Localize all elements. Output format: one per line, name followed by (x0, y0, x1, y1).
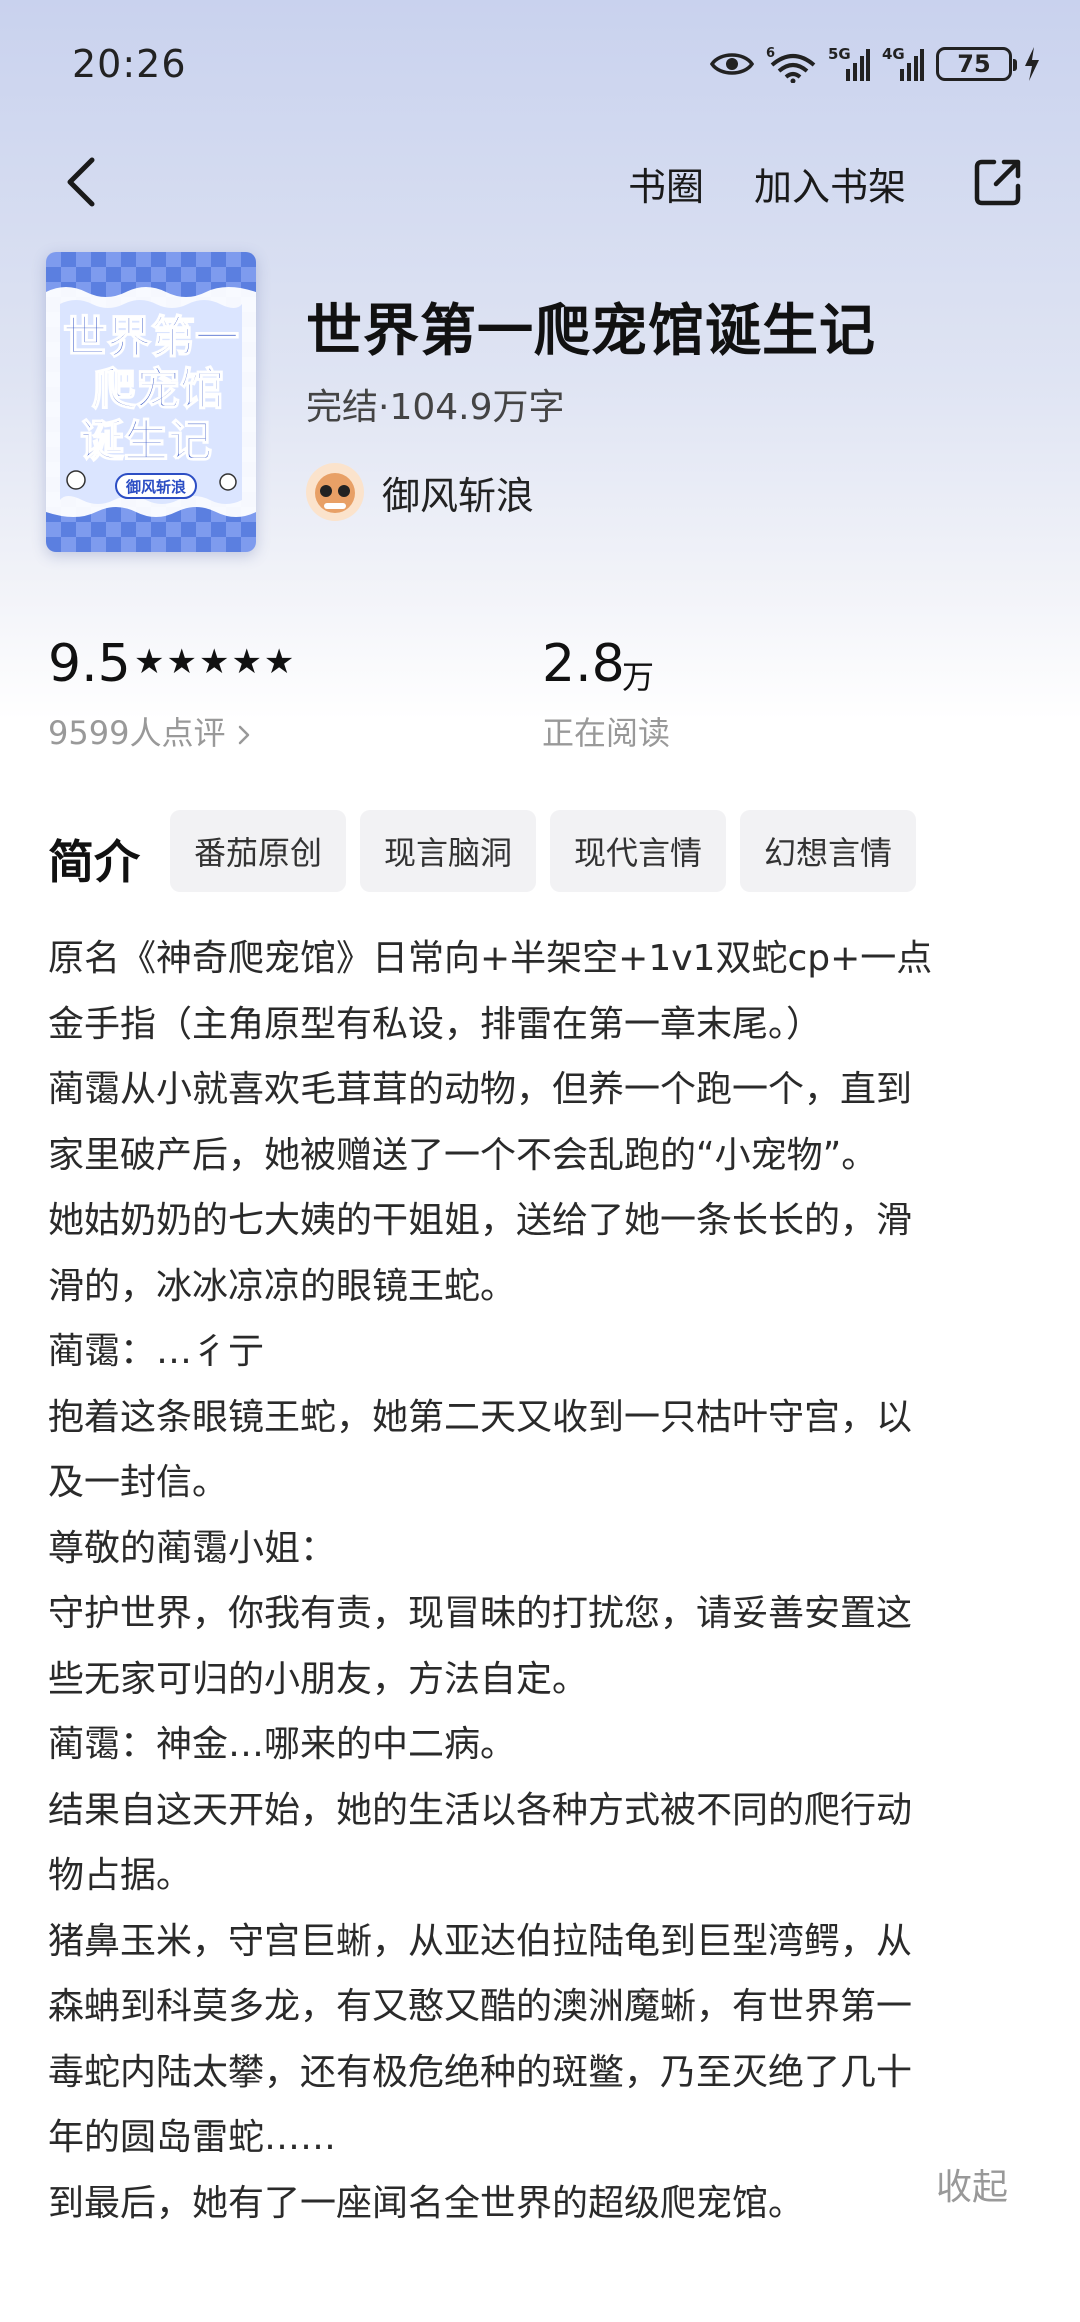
rating-stars-icon: ★★★★★ (134, 642, 297, 682)
wifi-icon: 6 (766, 46, 816, 83)
cover-title-line-3: 诞生记 (80, 416, 212, 467)
book-circle-link[interactable]: 书圈 (628, 156, 704, 211)
add-to-shelf-button[interactable]: 加入书架 (754, 156, 906, 211)
review-count-text: 9599人点评 (48, 714, 226, 752)
chevron-right-icon (238, 725, 249, 745)
description-line: 猪鼻玉米，守宫巨蜥，从亚达伯拉陆龟到巨型湾鳄，从 (48, 1920, 913, 1962)
book-description: 原名《神奇爬宠馆》日常向+半架空+1v1双蛇cp+一点 金手指（主角原型有私设，… (48, 926, 1038, 2236)
book-title: 世界第一爬宠馆诞生记 (306, 299, 876, 364)
signal-5g-icon: 5G (828, 45, 870, 81)
genre-tags: 番茄原创 现言脑洞 现代言情 幻想言情 (170, 810, 917, 892)
description-line: 物占据。 (48, 1855, 193, 1896)
description-line: 到最后，她有了一座闻名全世界的超级爬宠馆。 (48, 2182, 805, 2224)
genre-tag[interactable]: 现言脑洞 (360, 810, 537, 892)
eye-icon (710, 53, 754, 75)
genre-tag[interactable]: 现代言情 (550, 810, 727, 892)
charging-icon (1025, 47, 1039, 81)
description-line: 金手指（主角原型有私设，排雷在第一章末尾。） (48, 1003, 823, 1045)
cover-title-line-2: 爬宠馆 (92, 364, 224, 415)
intro-heading: 简介 (48, 835, 140, 889)
rating-score: 9.5 (48, 634, 131, 694)
cover-author: 御风斩浪 (125, 478, 186, 496)
readers-count: 2.8 (542, 634, 625, 694)
readers-unit: 万 (622, 658, 655, 696)
top-nav: 书圈 加入书架 (0, 130, 1080, 230)
share-icon[interactable] (972, 156, 1024, 208)
description-line: 抱着这条眼镜王蛇，她第二天又收到一只枯叶守宫，以 (48, 1396, 913, 1438)
status-time: 20:26 (72, 42, 187, 86)
description-line: 些无家可归的小朋友，方法自定。 (48, 1658, 589, 1700)
description-line: 蔺霭：…彳亍 (48, 1331, 265, 1372)
description-line: 滑的，冰冰凉凉的眼镜王蛇。 (48, 1265, 517, 1307)
description-line: 原名《神奇爬宠馆》日常向+半架空+1v1双蛇cp+一点 (48, 938, 933, 979)
cover-title-line-1: 世界第一 (63, 312, 239, 363)
description-line: 年的圆岛雷蛇…… (48, 2117, 337, 2158)
signal-4g-icon: 4G (882, 45, 924, 81)
description-line: 毒蛇内陆太攀，还有极危绝种的斑鳖，乃至灭绝了几十 (48, 2051, 913, 2093)
author-name: 御风斩浪 (382, 473, 535, 518)
review-count-link[interactable]: 9599人点评 (48, 708, 252, 754)
book-meta: 完结·104.9万字 (306, 387, 565, 428)
battery-indicator: 75 (936, 47, 1017, 81)
description-line: 及一封信。 (48, 1462, 229, 1503)
signal-4g-label: 4G (882, 45, 905, 63)
description-line: 她姑奶奶的七大姨的干姐姐，送给了她一条长长的，滑 (48, 1200, 913, 1241)
description-line: 森蚺到科莫多龙，有又憨又酷的澳洲魔蜥，有世界第一 (48, 1986, 913, 2027)
author-avatar (306, 463, 364, 521)
author-row[interactable]: 御风斩浪 (306, 462, 534, 522)
collapse-button[interactable]: 收起 (936, 2158, 1008, 2210)
description-line: 守护世界，你我有责，现冒昧的打扰您，请妥善安置这 (48, 1593, 913, 1634)
book-cover[interactable]: 世界第一 爬宠馆 诞生记 御风斩浪 (46, 252, 256, 552)
description-line: 尊敬的蔺霭小姐： (48, 1527, 337, 1569)
readers-label: 正在阅读 (542, 714, 671, 752)
genre-tag[interactable]: 幻想言情 (740, 810, 917, 892)
description-line: 结果自这天开始，她的生活以各种方式被不同的爬行动 (48, 1789, 913, 1831)
status-bar: 20:26 6 5G 4G 75 (0, 0, 1080, 140)
wifi-label: 6 (766, 46, 775, 61)
description-line: 家里破产后，她被赠送了一个不会乱跑的“小宠物”。 (48, 1134, 878, 1176)
signal-5g-label: 5G (828, 45, 851, 63)
chevron-left-icon[interactable] (60, 154, 104, 210)
description-line: 蔺霭：神金…哪来的中二病。 (48, 1724, 517, 1765)
status-icons: 6 5G 4G 75 (710, 44, 1040, 84)
genre-tag[interactable]: 番茄原创 (170, 810, 347, 892)
description-line: 蔺霭从小就喜欢毛茸茸的动物，但养一个跑一个，直到 (48, 1069, 913, 1110)
